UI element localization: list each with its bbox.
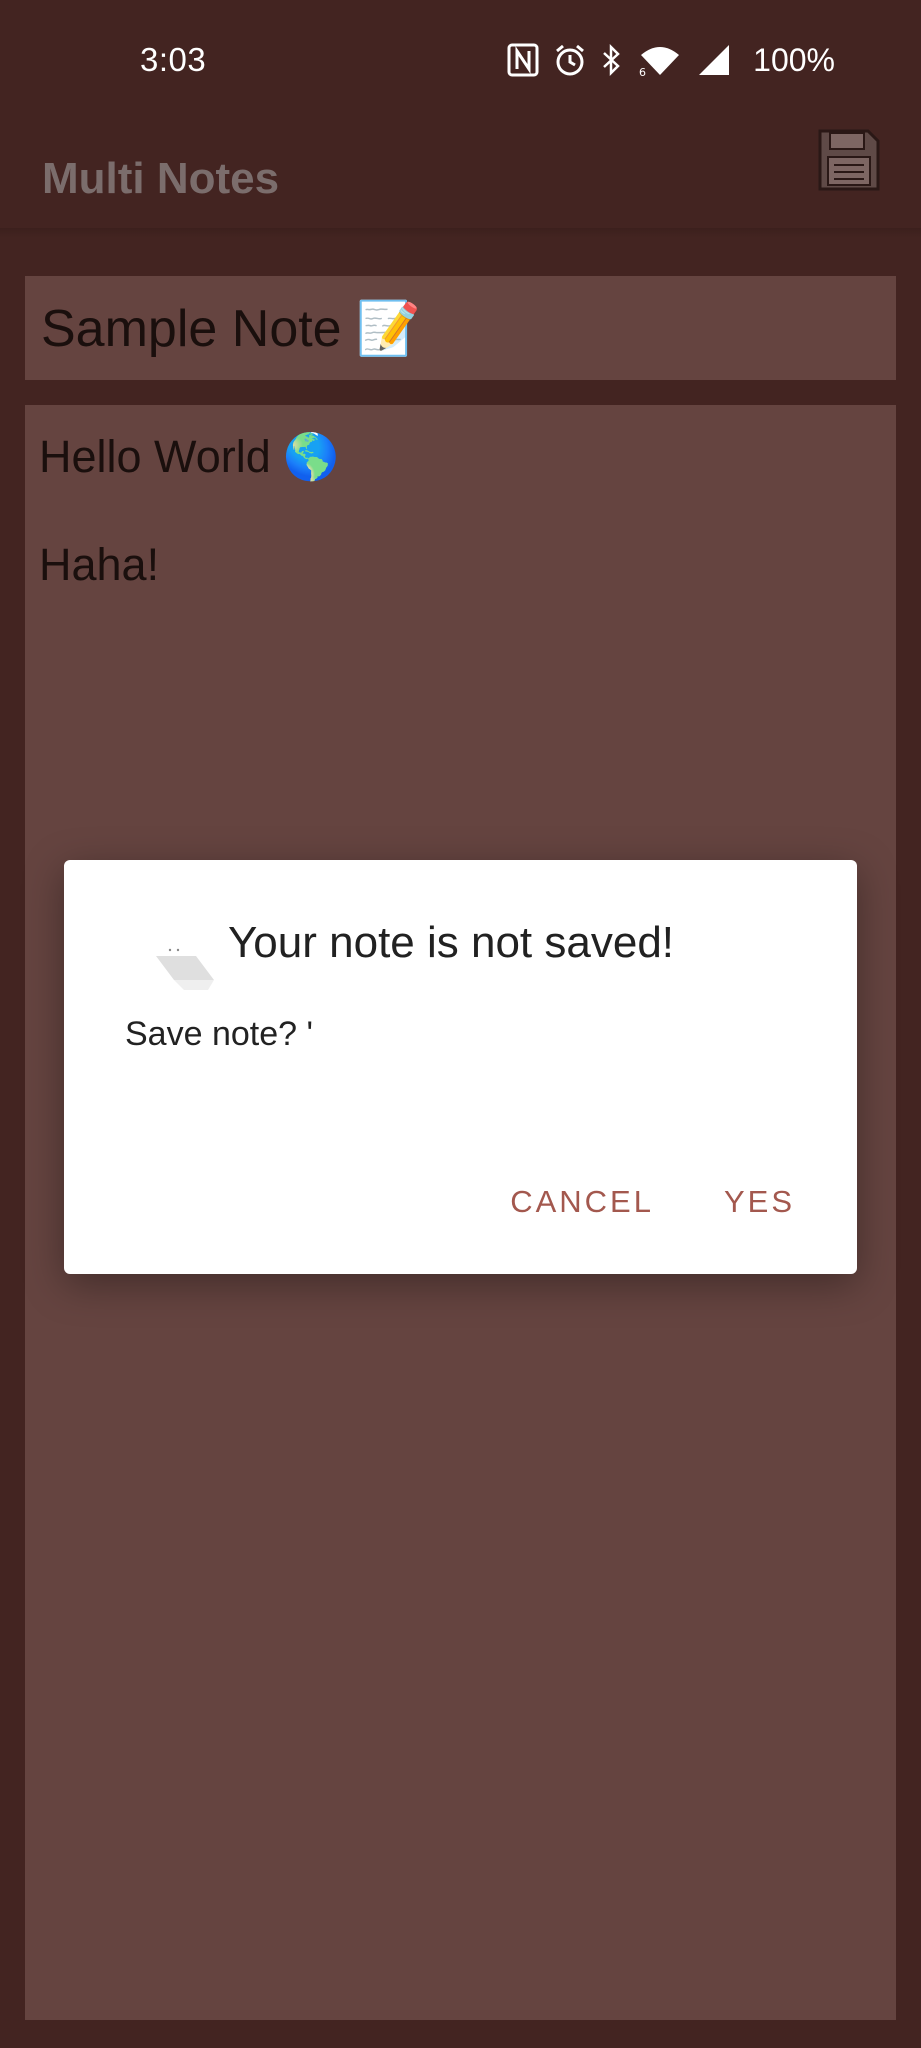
dialog-message: Save note? ' <box>125 1015 313 1053</box>
app-bar: Multi Notes <box>0 118 921 230</box>
note-title-text: Sample Note 📝 <box>41 299 421 358</box>
wifi-icon: 6 <box>637 43 683 77</box>
signal-icon <box>697 43 731 77</box>
dialog-actions: CANCEL YES <box>510 1180 795 1224</box>
svg-text:6: 6 <box>639 66 646 77</box>
bluetooth-icon <box>601 43 623 77</box>
status-icons: 6 100% <box>507 38 835 82</box>
dialog-title: Your note is not saved! <box>228 918 675 967</box>
note-title-field[interactable]: Sample Note 📝 <box>25 276 896 380</box>
save-button[interactable] <box>816 127 882 193</box>
alarm-icon <box>553 43 587 77</box>
app-bar-shadow <box>0 228 921 238</box>
status-bar: 3:03 6 100% <box>0 0 921 118</box>
note-icon <box>148 938 214 1004</box>
note-body-line: Haha! <box>39 539 160 590</box>
battery-level: 100% <box>753 42 835 78</box>
app-title: Multi Notes <box>42 154 280 203</box>
note-body-gap <box>39 489 882 533</box>
unsaved-note-dialog: Your note is not saved! Save note? ' CAN… <box>64 860 857 1274</box>
save-icon <box>818 129 880 191</box>
cancel-button[interactable]: CANCEL <box>510 1180 654 1224</box>
note-body-line: Hello World 🌎 <box>39 431 340 482</box>
yes-button[interactable]: YES <box>724 1180 795 1224</box>
nfc-icon <box>507 43 539 77</box>
status-time: 3:03 <box>140 41 207 78</box>
